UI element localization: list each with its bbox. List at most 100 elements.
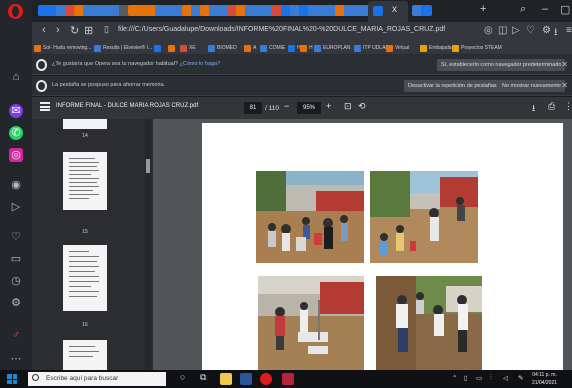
bookmark-item[interactable]: A (244, 43, 256, 53)
file-explorer-icon[interactable] (220, 373, 232, 385)
page-total: / 110 (265, 104, 279, 112)
photo-children-activity-4 (376, 276, 482, 370)
more-options-icon[interactable]: ⋮ (564, 101, 572, 112)
bookmark-favicon-icon (34, 44, 41, 52)
bookmark-item[interactable]: Sol- Hudu removing... (34, 43, 91, 53)
messenger-icon[interactable]: ✉ (9, 104, 23, 118)
flow-icon[interactable]: ▷ (512, 25, 520, 36)
windows-start-icon[interactable] (7, 374, 17, 384)
windows-taskbar: Escribe aquí para buscar ○ ⧉ ⌃ ▯ ▭ ⫶ ◁ ✎… (0, 370, 572, 388)
task-view-icon[interactable]: ⧉ (200, 372, 206, 383)
maximize-button[interactable]: ▢ (560, 3, 570, 16)
tab-favicon-icon[interactable] (421, 5, 432, 16)
opera-taskbar-icon[interactable] (260, 373, 272, 385)
more-icon[interactable]: ⋯ (9, 352, 23, 366)
set-default-button[interactable]: Sí, establecerlo como navegador predeter… (437, 59, 566, 71)
bookmark-item[interactable]: XE (180, 43, 196, 53)
print-icon[interactable]: ⎙ (548, 101, 555, 112)
screen: ⌂ ✉ ✆ ◎ ◉ ▷ ♡ ▭ ◷ ⚙ ♂ ⋯ x + ⌕ – ▢ ‹ › ↻ … (0, 0, 572, 388)
bookmark-item[interactable]: Embajada (420, 43, 452, 53)
bookmark-item[interactable]: EUROPLAN (314, 43, 351, 53)
bookmark-heart-icon[interactable]: ♡ (526, 25, 535, 36)
battery-icon[interactable]: ▭ (476, 374, 482, 382)
thumbnail-number: 16 (82, 322, 88, 328)
tab-close-label[interactable]: x (392, 4, 397, 15)
tabs-icon[interactable]: ▭ (9, 252, 23, 266)
bookmark-item[interactable]: BIOMED (208, 43, 237, 53)
search-tabs-icon[interactable]: ⌕ (520, 3, 526, 16)
reload-icon[interactable]: ↻ (70, 24, 79, 37)
infobar-help-link[interactable]: ¿Cómo lo haga? (180, 61, 221, 67)
home-icon[interactable]: ⌂ (9, 70, 23, 84)
vpn-icon[interactable]: ⚙ (542, 25, 551, 36)
dont-show-again-button[interactable]: No mostrar nuevamente (498, 80, 565, 92)
bookmark-favicon-icon (288, 44, 295, 52)
photo-children-playground-1 (256, 171, 364, 263)
pinboard-icon[interactable]: ♂ (9, 328, 23, 342)
bookmark-favicon-icon (354, 44, 361, 52)
send-icon[interactable]: ▷ (9, 200, 23, 214)
bookmark-item[interactable]: H (300, 43, 313, 53)
bookmark-item[interactable]: H (288, 43, 301, 53)
thumbnail-page[interactable] (63, 340, 107, 370)
snapshot-icon[interactable]: ◫ (498, 25, 507, 36)
zoom-input[interactable]: 95% (297, 102, 321, 114)
tray-up-arrow-icon[interactable]: ⌃ (452, 374, 457, 382)
instagram-icon[interactable]: ◎ (9, 148, 23, 162)
hamburger-menu-icon[interactable] (40, 102, 50, 111)
bookmark-item[interactable] (168, 43, 177, 53)
forward-icon[interactable]: › (56, 24, 60, 36)
bookmark-item[interactable]: Results | Elsevier® I... (94, 43, 152, 53)
bookmark-item[interactable]: Virtual (386, 43, 409, 53)
bookmark-label: Virtual (395, 45, 410, 51)
zoom-out-button[interactable]: − (284, 101, 289, 111)
whatsapp-icon[interactable]: ✆ (9, 126, 23, 140)
heart-icon[interactable]: ♡ (9, 230, 23, 244)
bookmark-item[interactable] (154, 43, 163, 53)
word-icon[interactable] (240, 373, 252, 385)
player-icon[interactable]: ◉ (9, 178, 23, 192)
back-icon[interactable]: ‹ (42, 24, 46, 36)
infobar-close-icon[interactable]: ✕ (561, 81, 568, 90)
bookmark-item[interactable]: Proyectos STEAM (452, 43, 502, 53)
pdf-page (202, 123, 563, 370)
thumbnail-page-top[interactable] (63, 119, 107, 129)
bookmark-item[interactable]: COMIE (260, 43, 285, 53)
network-icon[interactable]: ⫶ (490, 374, 492, 382)
disable-snooze-button[interactable]: Desactivar la repetición de pestañas (404, 80, 501, 92)
taskbar-search-box[interactable]: Escribe aquí para buscar (28, 372, 166, 386)
opera-logo-icon[interactable] (8, 4, 23, 19)
thumbnail-scrollbar[interactable] (145, 119, 151, 370)
scrollbar-handle[interactable] (146, 159, 150, 173)
search-placeholder: Escribe aquí para buscar (46, 375, 119, 382)
fit-page-icon[interactable]: ⊡ (344, 101, 352, 112)
page-info-icon[interactable]: ▯ (104, 24, 109, 35)
thumbnail-page[interactable] (63, 245, 107, 311)
taskbar-clock[interactable]: 04:11 p. m. 21/04/2021 (532, 371, 557, 387)
new-tab-button[interactable]: + (480, 3, 486, 15)
bookmark-item[interactable]: ITP UDLAP (354, 43, 389, 53)
tray-app-icon[interactable]: ▯ (464, 374, 468, 382)
history-icon[interactable]: ◷ (9, 274, 23, 288)
settings-icon[interactable]: ⚙ (9, 296, 23, 310)
app-taskbar-icon[interactable] (282, 373, 294, 385)
pdf-favicon-icon (373, 6, 383, 16)
page-number-input[interactable]: 81 (244, 102, 262, 114)
rotate-icon[interactable]: ⟲ (358, 101, 366, 112)
minimize-button[interactable]: – (542, 3, 548, 15)
speed-dial-icon[interactable]: ⊞ (84, 24, 93, 37)
active-tab[interactable]: x (368, 1, 408, 22)
tab-strip: x + ⌕ – ▢ (32, 0, 572, 22)
pdf-viewer[interactable] (153, 119, 572, 370)
download-pdf-icon[interactable]: ⭳ (532, 101, 535, 117)
cortana-icon[interactable]: ○ (180, 372, 185, 382)
volume-icon[interactable]: ◁ (503, 374, 508, 382)
camera-icon[interactable]: ◎ (484, 25, 493, 36)
url-field[interactable]: file:///C:/Users/Guadalupe/Downloads/INF… (118, 26, 445, 33)
menu-icon[interactable]: ≡ (566, 25, 572, 36)
infobar-close-icon[interactable]: ✕ (561, 60, 568, 69)
pen-icon[interactable]: ✎ (518, 374, 523, 382)
bookmark-label: Results | Elsevier® I... (103, 45, 153, 51)
thumbnail-page[interactable] (63, 152, 107, 210)
zoom-in-button[interactable]: + (326, 101, 331, 111)
